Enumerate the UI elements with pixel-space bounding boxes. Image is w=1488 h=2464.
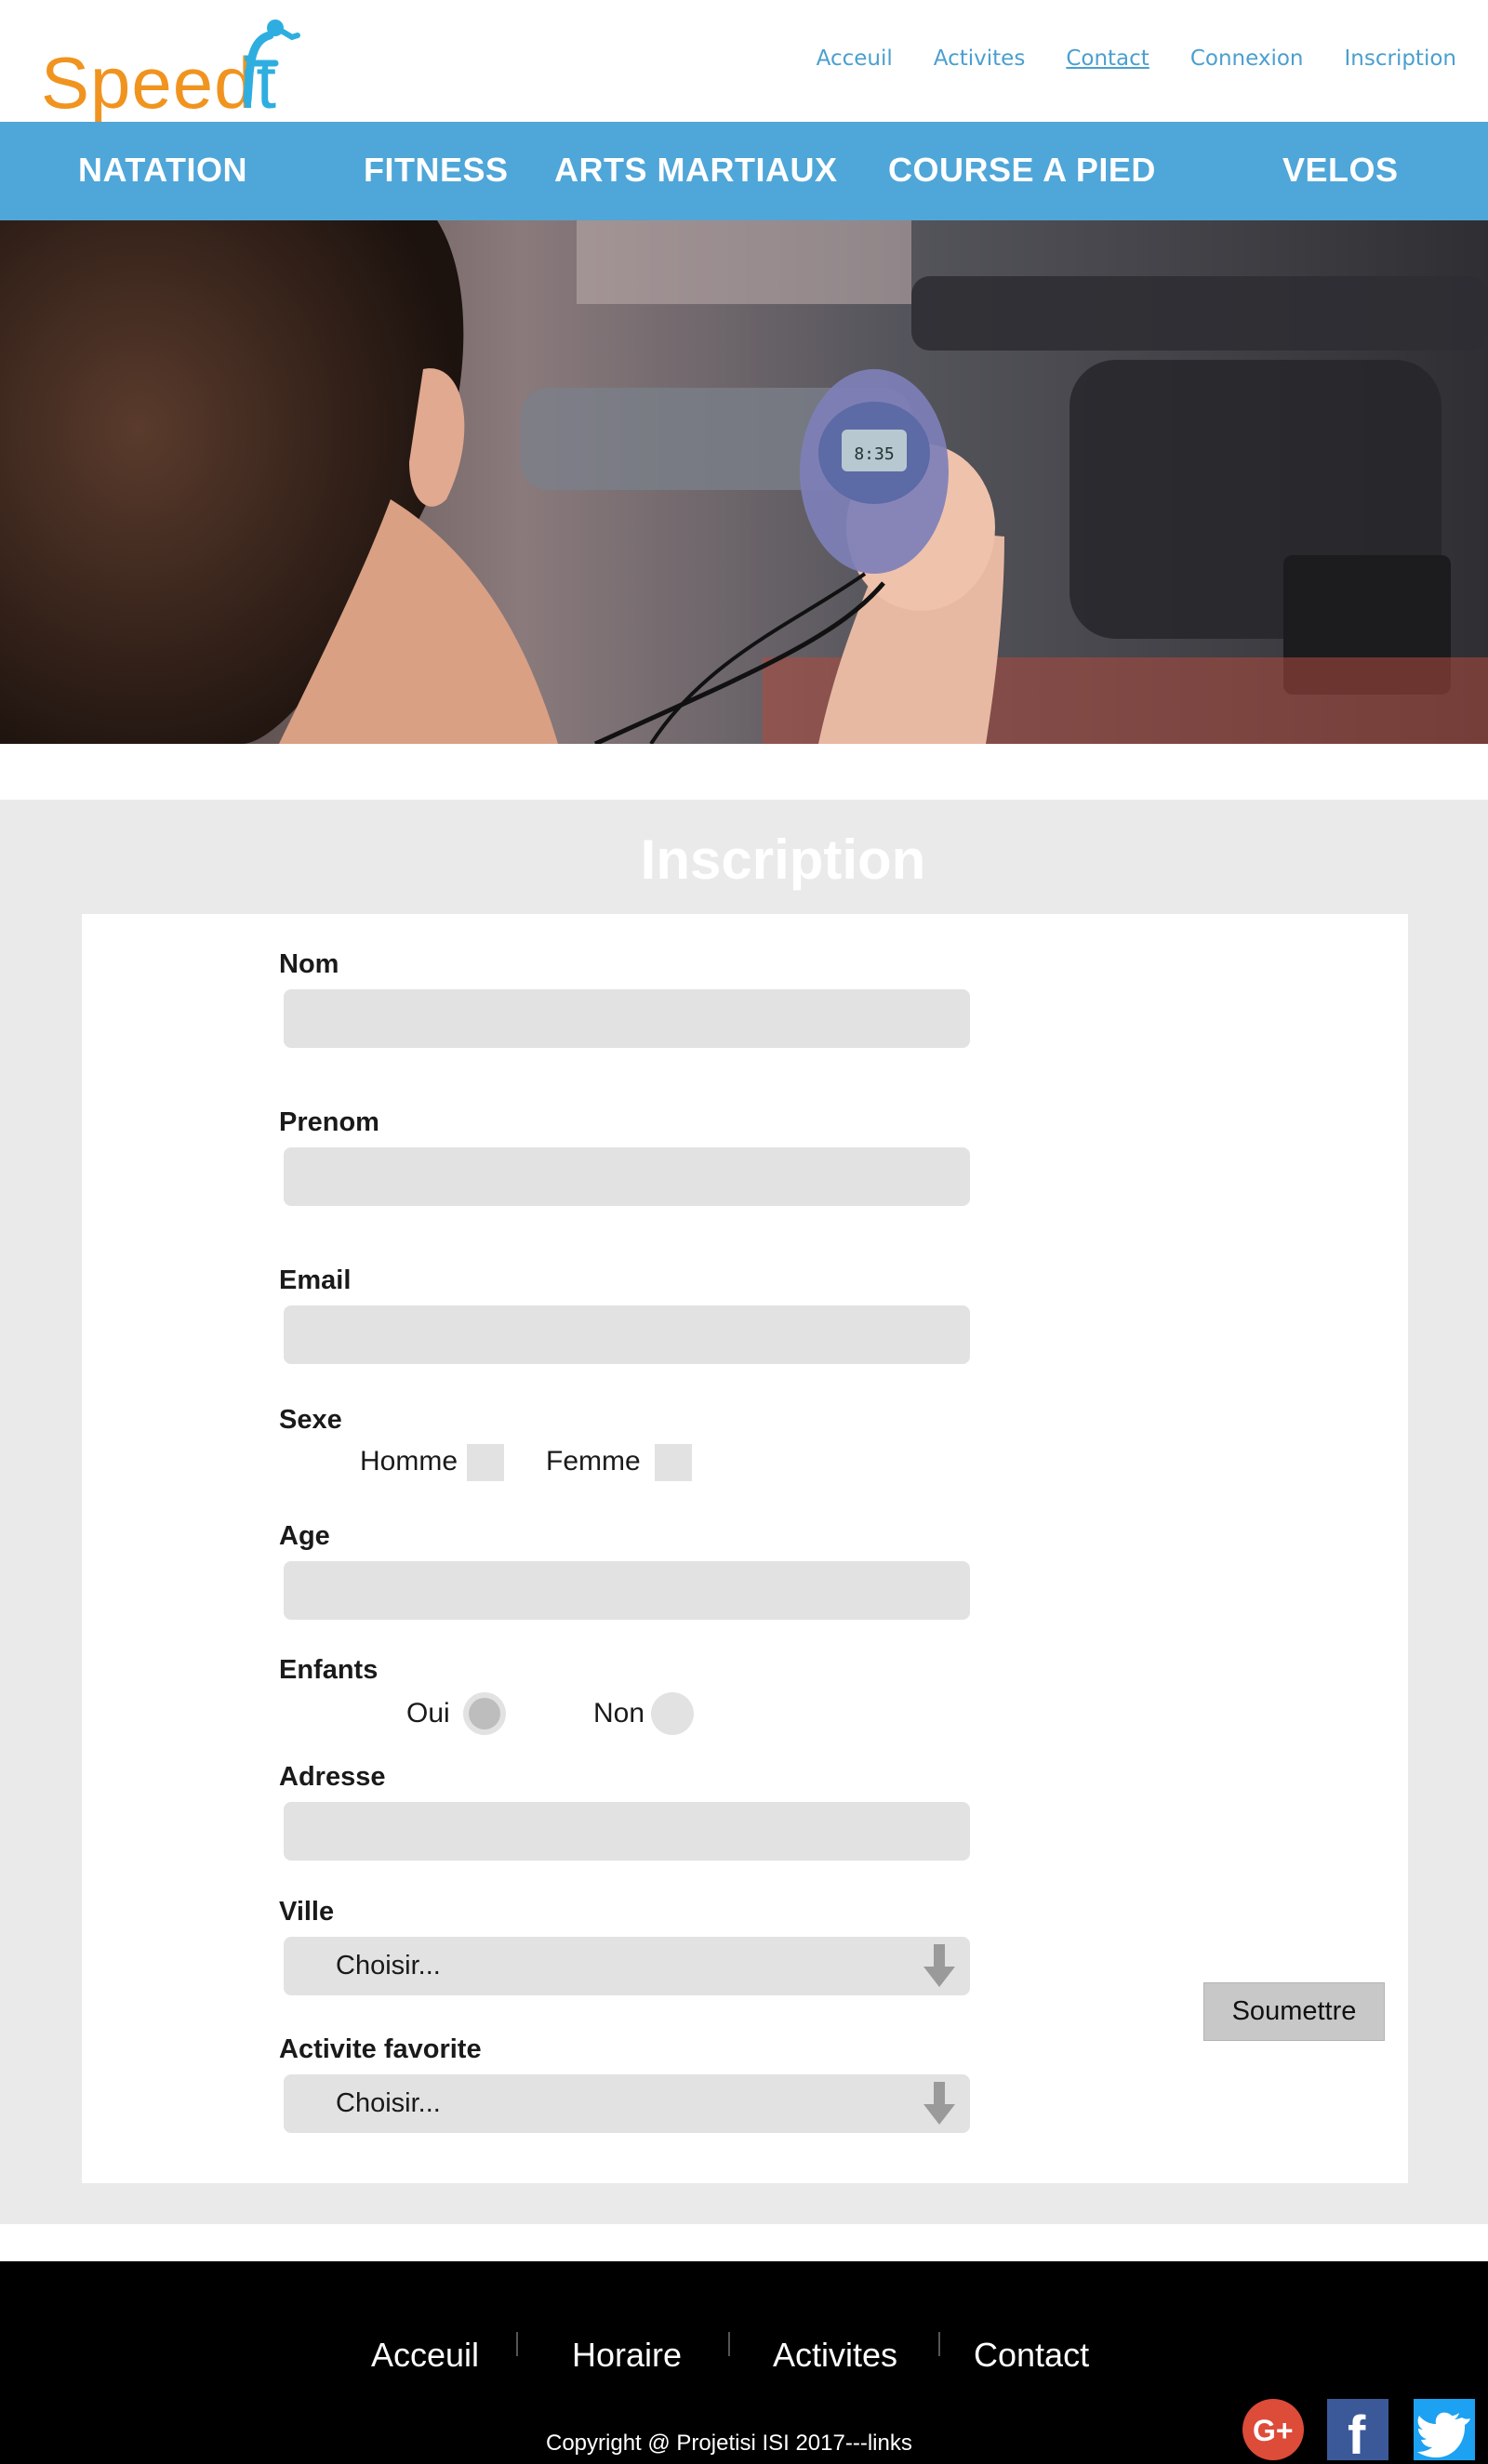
footer-separator xyxy=(728,2332,730,2356)
enfants-label: Enfants xyxy=(279,1655,379,1685)
top-nav-connexion[interactable]: Connexion xyxy=(1190,46,1304,71)
nom-label: Nom xyxy=(279,949,339,979)
arrow-down-icon xyxy=(923,2082,955,2125)
sexe-label: Sexe xyxy=(279,1405,342,1435)
speedfit-logo[interactable]: Speed it xyxy=(41,19,348,124)
non-label: Non xyxy=(593,1698,645,1729)
site-header: Speed it Acceuil Activites Contact Conne… xyxy=(0,0,1488,124)
form-title: Inscription xyxy=(640,828,926,891)
nom-input[interactable] xyxy=(284,989,970,1048)
ville-selected-value: Choisir... xyxy=(336,1951,441,1980)
twitter-icon[interactable] xyxy=(1414,2399,1475,2460)
inscription-section: Inscription Nom Prenom Email Sexe Homme … xyxy=(0,800,1488,2224)
oui-label: Oui xyxy=(406,1698,450,1729)
top-nav-activites[interactable]: Activites xyxy=(934,46,1026,71)
google-plus-icon[interactable]: G+ xyxy=(1242,2399,1304,2460)
activite-favorite-select[interactable]: Choisir... xyxy=(284,2074,970,2133)
age-input[interactable] xyxy=(284,1561,970,1620)
activite-favorite-label: Activite favorite xyxy=(279,2034,482,2064)
top-nav-contact[interactable]: Contact xyxy=(1066,46,1149,71)
activite-selected-value: Choisir... xyxy=(336,2088,441,2118)
footer-separator xyxy=(516,2332,518,2356)
femme-label: Femme xyxy=(546,1446,641,1477)
footer-nav-contact[interactable]: Contact xyxy=(974,2336,1089,2375)
homme-label: Homme xyxy=(360,1446,458,1477)
category-nav: NATATION FITNESS ARTS MARTIAUX COURSE A … xyxy=(0,122,1488,220)
prenom-label: Prenom xyxy=(279,1107,379,1137)
footer-separator xyxy=(938,2332,940,2356)
category-course-a-pied[interactable]: COURSE A PIED xyxy=(888,151,1156,190)
logo-text-fit: it xyxy=(240,42,276,124)
category-fitness[interactable]: FITNESS xyxy=(364,151,509,190)
ville-select[interactable]: Choisir... xyxy=(284,1937,970,1995)
email-input[interactable] xyxy=(284,1305,970,1364)
oui-radio[interactable] xyxy=(463,1692,506,1735)
ville-label: Ville xyxy=(279,1897,335,1927)
top-nav-inscription[interactable]: Inscription xyxy=(1345,46,1457,71)
hero-image: 8:35 xyxy=(0,220,1488,744)
age-label: Age xyxy=(279,1521,330,1551)
adresse-label: Adresse xyxy=(279,1762,386,1792)
top-nav: Acceuil Activites Contact Connexion Insc… xyxy=(776,46,1456,71)
footer-nav-horaire[interactable]: Horaire xyxy=(572,2336,682,2375)
homme-checkbox[interactable] xyxy=(467,1444,504,1481)
category-arts-martiaux[interactable]: ARTS MARTIAUX xyxy=(554,151,837,190)
copyright-text: Copyright @ Projetisi ISI 2017---links xyxy=(546,2431,912,2456)
inscription-form: Nom Prenom Email Sexe Homme Femme Age En… xyxy=(82,914,1408,2183)
submit-button[interactable]: Soumettre xyxy=(1203,1982,1385,2041)
hero-photo: 8:35 xyxy=(0,220,1488,744)
femme-checkbox[interactable] xyxy=(655,1444,692,1481)
site-footer: Acceuil Horaire Activites Contact Copyri… xyxy=(0,2261,1488,2464)
footer-nav-activites[interactable]: Activites xyxy=(773,2336,897,2375)
email-label: Email xyxy=(279,1265,352,1295)
logo-text-speed: Speed xyxy=(41,42,256,124)
prenom-input[interactable] xyxy=(284,1147,970,1206)
top-nav-acceuil[interactable]: Acceuil xyxy=(817,46,893,71)
arrow-down-icon xyxy=(923,1944,955,1987)
footer-nav-acceuil[interactable]: Acceuil xyxy=(371,2336,479,2375)
facebook-icon[interactable]: f xyxy=(1327,2399,1388,2464)
non-radio[interactable] xyxy=(651,1692,694,1735)
category-velos[interactable]: VELOS xyxy=(1282,151,1399,190)
category-natation[interactable]: NATATION xyxy=(78,151,247,190)
adresse-input[interactable] xyxy=(284,1802,970,1861)
svg-text:8:35: 8:35 xyxy=(854,444,894,464)
